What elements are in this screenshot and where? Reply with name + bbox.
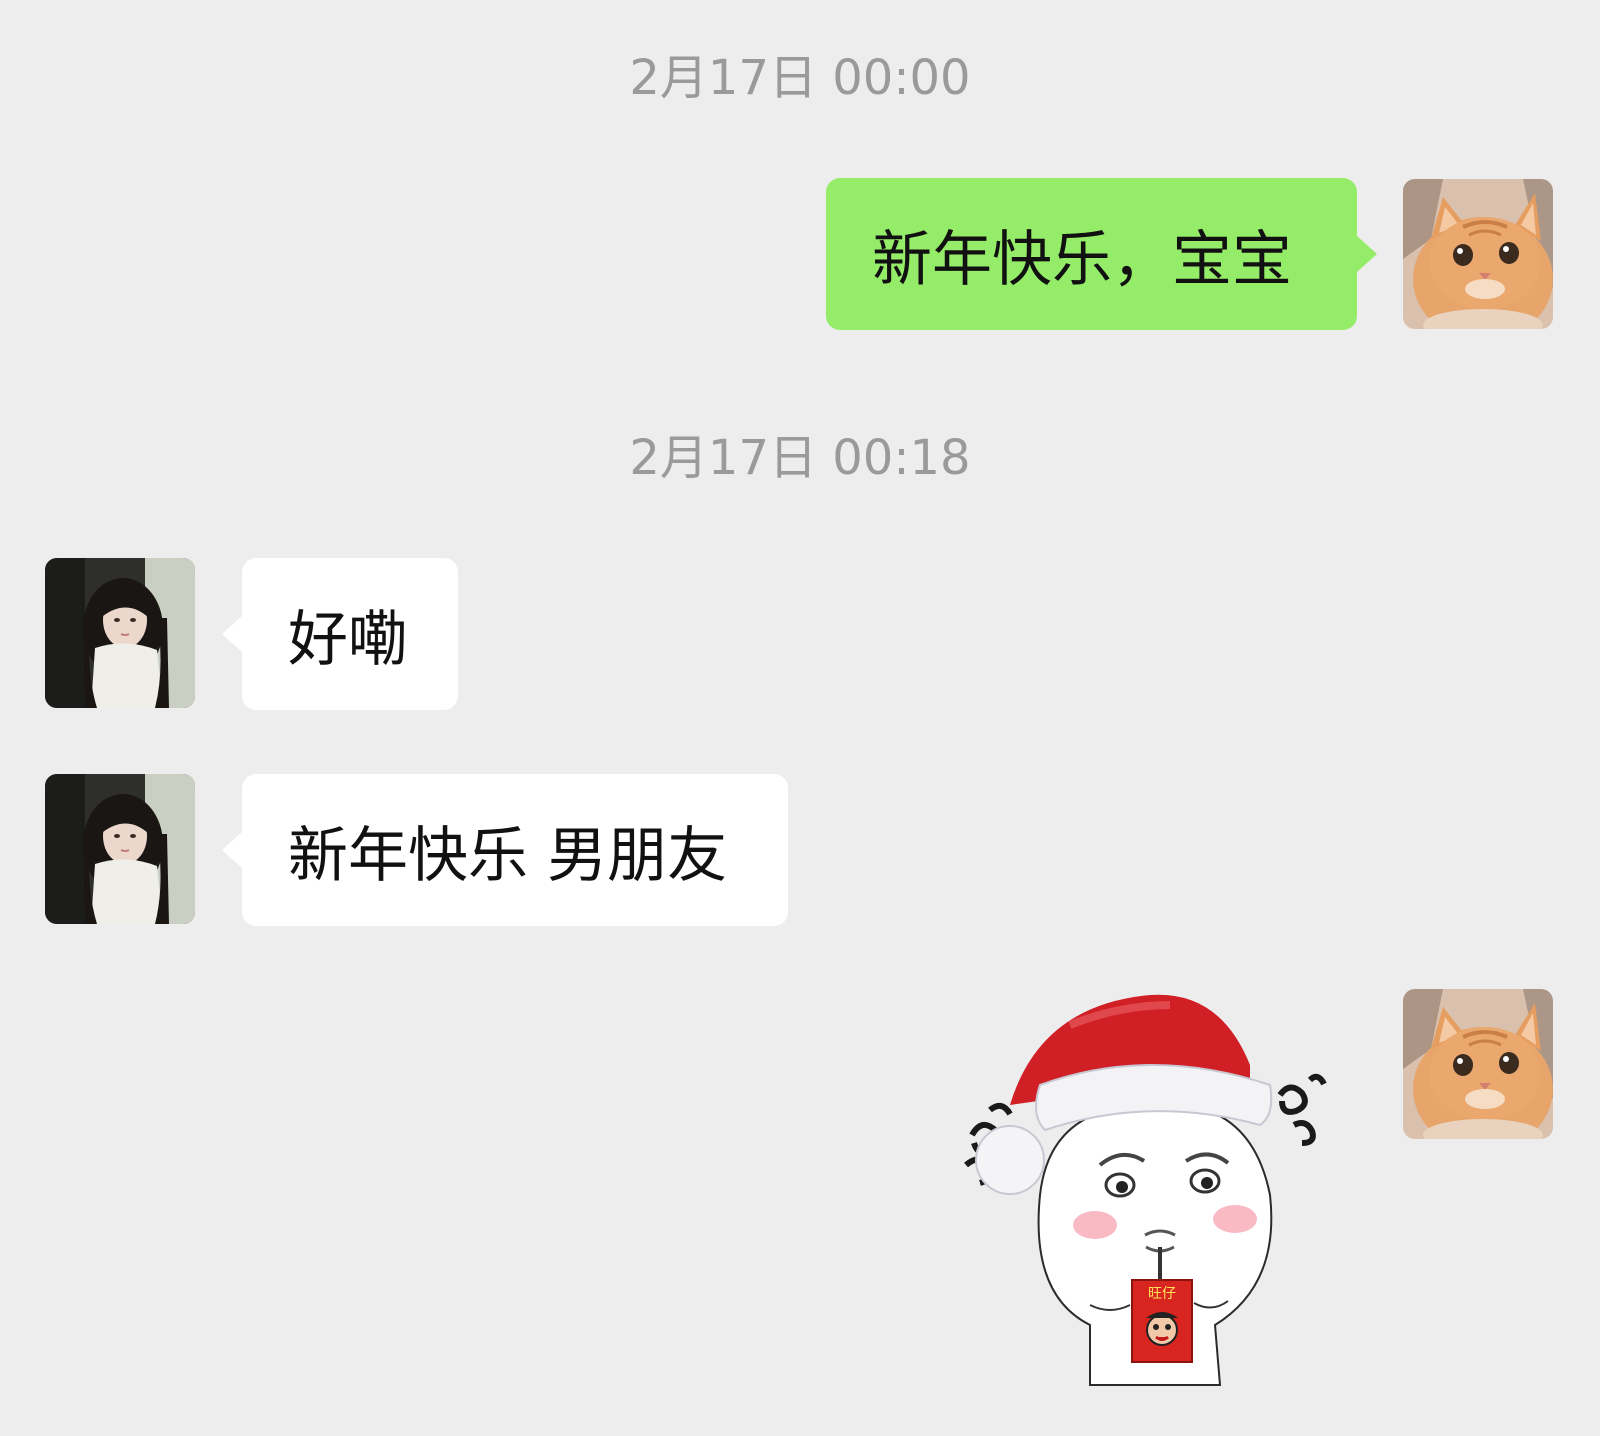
self-avatar[interactable]	[1403, 179, 1553, 329]
bubble-tail	[222, 616, 242, 652]
orange-cat-icon	[1403, 179, 1553, 329]
bubble-tail	[1357, 236, 1377, 272]
message-bubble-incoming[interactable]: 好嘞	[222, 558, 458, 710]
message-bubble-outgoing[interactable]: 新年快乐，宝宝	[826, 178, 1377, 330]
timestamp: 2月17日 00:18	[629, 430, 971, 486]
sticker-packet-text: 旺仔	[1148, 1286, 1176, 1302]
girl-portrait-icon	[45, 558, 195, 708]
contact-avatar[interactable]	[45, 558, 195, 708]
self-avatar[interactable]	[1403, 989, 1553, 1139]
girl-portrait-icon	[45, 774, 195, 924]
message-bubble-incoming[interactable]: 新年快乐 男朋友	[222, 774, 788, 926]
contact-avatar[interactable]	[45, 774, 195, 924]
bubble-tail	[222, 832, 242, 868]
santa-hat-cartoon-sticker[interactable]: 旺仔	[950, 985, 1370, 1395]
timestamp: 2月17日 00:00	[629, 50, 971, 106]
message-text: 新年快乐，宝宝	[872, 224, 1292, 295]
orange-cat-icon	[1403, 989, 1553, 1139]
message-text: 新年快乐 男朋友	[288, 820, 728, 891]
message-text: 好嘞	[288, 604, 408, 675]
santa-hat-cartoon-icon: 旺仔	[964, 994, 1327, 1386]
